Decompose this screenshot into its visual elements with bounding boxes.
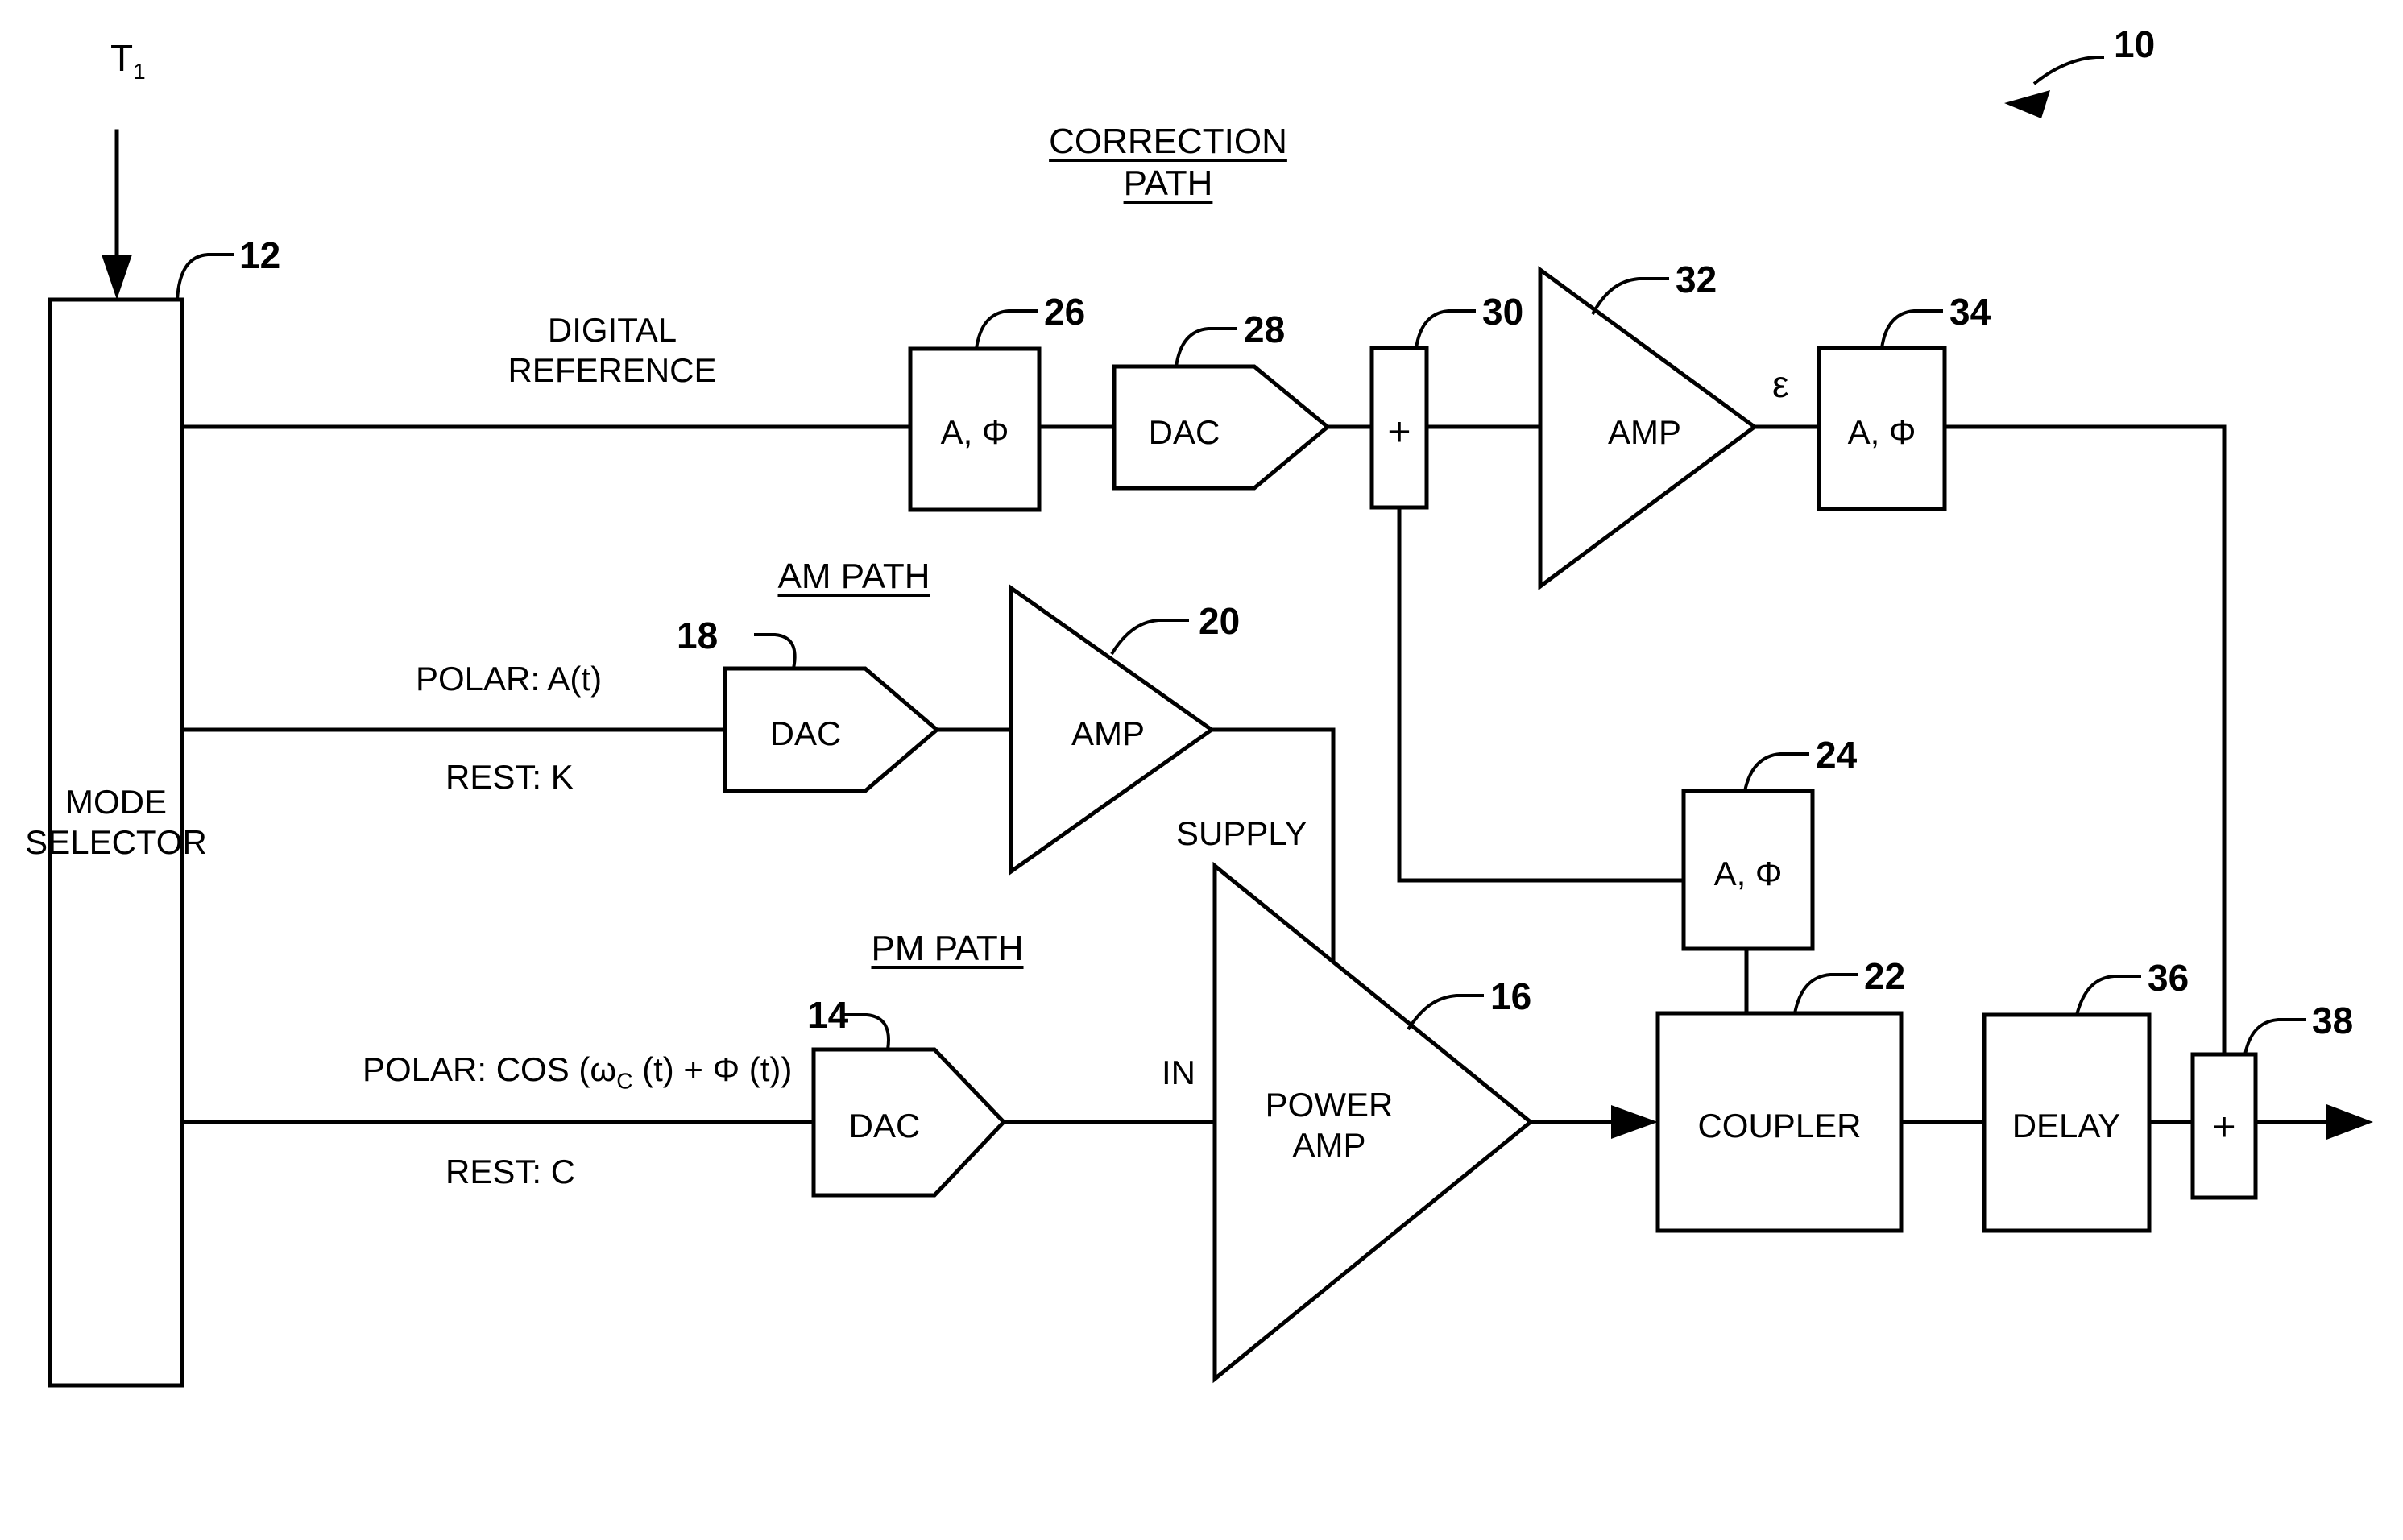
- mode-selector-label-line2: SELECTOR: [25, 822, 207, 861]
- leader-14: [844, 1013, 890, 1050]
- am-rest-label: REST: K: [445, 758, 574, 796]
- delay-label-36: DELAY: [2011, 1107, 2121, 1145]
- epsilon-label: ε: [1772, 363, 1789, 405]
- supply-label: SUPPLY: [1176, 814, 1307, 852]
- leader-20: [1110, 619, 1189, 656]
- correction-path-title-line2: PATH: [1123, 163, 1213, 203]
- am-path-title: AM PATH: [777, 557, 930, 596]
- ref-label-24: 24: [1816, 734, 1858, 776]
- ref-label-38: 38: [2312, 1000, 2354, 1041]
- pm-polar-suffix: (t) + Φ (t)): [632, 1050, 793, 1088]
- leader-24: [1743, 752, 1809, 792]
- pm-polar-label: POLAR: COS (ωC (t) + Φ (t)): [363, 1049, 792, 1094]
- leader-12: [176, 253, 234, 300]
- pm-path-title: PM PATH: [871, 929, 1024, 968]
- power-amp-label-16: POWER AMP: [1266, 1085, 1457, 1165]
- digital-reference-line1: DIGITAL: [547, 311, 677, 349]
- ref-label-16: 16: [1490, 975, 1532, 1017]
- input-label-t1-text: T: [110, 37, 134, 79]
- leader-36: [2075, 975, 2141, 1016]
- leader-38: [2243, 1018, 2306, 1055]
- ref-label-34: 34: [1949, 291, 1991, 333]
- error-summer-label-30: +: [1387, 409, 1411, 454]
- mode-selector-label: MODE SELECTOR: [25, 782, 298, 862]
- block-diagram-svg: [48, 56, 2373, 1388]
- input-label-t1: T1: [110, 36, 146, 85]
- leader-22: [1793, 973, 1858, 1014]
- ref-label-14: 14: [807, 994, 849, 1036]
- power-amp-in-label: IN: [1162, 1054, 1195, 1091]
- ref-dac-label-28: DAC: [1148, 413, 1220, 451]
- patent-figure-canvas: T1 10 MODE SELECTOR 12 CORRECTION PATH D…: [0, 0, 2403, 1540]
- output-summer-label-38: +: [2212, 1104, 2236, 1149]
- am-polar-label: POLAR: A(t): [416, 660, 603, 698]
- ref-label-30: 30: [1482, 291, 1524, 333]
- coupler-label-22: COUPLER: [1697, 1107, 1862, 1145]
- leader-30: [1415, 309, 1476, 349]
- leader-10-system: [2004, 56, 2104, 118]
- leader-32: [1591, 277, 1669, 315]
- ref-dac-shape-28[interactable]: [1112, 364, 1331, 491]
- mode-selector-label-line1: MODE: [64, 783, 167, 821]
- pm-dac-label-14: DAC: [848, 1107, 921, 1145]
- ref-aphi-label-26: A, Φ: [940, 413, 1009, 451]
- ref-label-32: 32: [1676, 259, 1717, 300]
- ref-label-28: 28: [1244, 308, 1286, 350]
- input-arrow-t1: [102, 129, 132, 300]
- input-label-t1-sub: 1: [133, 59, 146, 85]
- power-amp-label-line2: AMP: [1292, 1125, 1366, 1164]
- correction-path-title: CORRECTION PATH: [1049, 121, 1407, 205]
- power-amp-label-line1: POWER: [1265, 1086, 1394, 1124]
- ref-label-36: 36: [2148, 957, 2190, 999]
- digital-reference-line2: REFERENCE: [508, 350, 717, 389]
- am-dac-label-18: DAC: [769, 714, 842, 752]
- ref-label-26: 26: [1044, 291, 1086, 333]
- pm-rest-label: REST: C: [445, 1153, 576, 1190]
- error-amp-label-32: AMP: [1608, 413, 1682, 451]
- correction-aphi-label-34: A, Φ: [1847, 413, 1916, 451]
- pm-polar-subscript: C: [616, 1068, 633, 1094]
- feedback-aphi-label-24: A, Φ: [1713, 855, 1783, 892]
- wire-poweramp-to-coupler: [1528, 1105, 1658, 1139]
- correction-path-title-line1: CORRECTION: [1049, 122, 1287, 161]
- leader-26: [975, 309, 1038, 350]
- ref-label-22: 22: [1864, 955, 1906, 997]
- ref-label-10: 10: [2114, 23, 2156, 65]
- leader-18: [754, 633, 797, 669]
- am-amp-label-20: AMP: [1071, 714, 1146, 752]
- leader-28: [1175, 327, 1237, 367]
- output-arrow: [2253, 1104, 2373, 1140]
- digital-reference-label: DIGITAL REFERENCE: [508, 310, 821, 390]
- ref-label-20: 20: [1199, 600, 1241, 642]
- pm-polar-prefix: POLAR: COS (ω: [363, 1050, 617, 1088]
- leader-34: [1880, 309, 1943, 349]
- leader-16: [1407, 994, 1484, 1031]
- ref-label-18: 18: [677, 615, 719, 656]
- ref-label-12: 12: [239, 234, 281, 276]
